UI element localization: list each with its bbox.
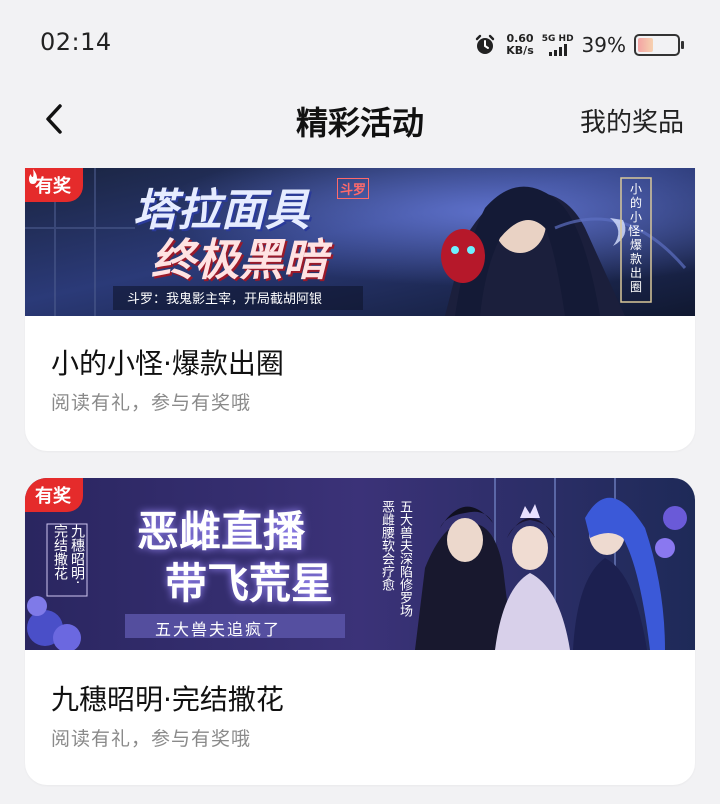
activity-banner[interactable]: 恶雌直播 带飞荒星 五大兽夫追疯了 九穗昭明·完结撒花 五大兽夫深陷修罗场 恶雌… — [25, 478, 695, 650]
banner-caption: 斗罗：我鬼影主宰，开局截胡阿银 — [127, 292, 323, 307]
back-arrow-icon[interactable] — [34, 94, 84, 144]
activity-list[interactable]: 塔拉面具 斗罗 终极黑暗 斗罗：我鬼影主宰，开局截胡阿银 小的小怪·爆款出圈 有… — [0, 168, 720, 804]
banner-headline-2: 带飞荒星 — [165, 559, 334, 608]
signal-label: 5G HD — [541, 34, 574, 44]
flame-icon — [29, 169, 37, 184]
activity-subtitle: 阅读有礼，参与有奖哦 — [51, 728, 252, 750]
banner-artwork — [25, 478, 695, 650]
activity-title: 小的小怪·爆款出圈 — [51, 347, 284, 380]
battery-percent: 39% — [581, 33, 626, 57]
cell-signal: 5G HD — [542, 34, 574, 56]
activity-banner[interactable]: 塔拉面具 斗罗 终极黑暗 斗罗：我鬼影主宰，开局截胡阿银 小的小怪·爆款出圈 有… — [25, 168, 695, 316]
battery-icon — [634, 34, 684, 56]
signal-bars-icon — [548, 44, 567, 56]
activity-card[interactable]: 塔拉面具 斗罗 终极黑暗 斗罗：我鬼影主宰，开局截胡阿银 小的小怪·爆款出圈 有… — [25, 168, 695, 451]
status-icons: 0.60 KB/s 5G HD 39% — [474, 28, 684, 62]
activity-card[interactable]: 恶雌直播 带飞荒星 五大兽夫追疯了 九穗昭明·完结撒花 五大兽夫深陷修罗场 恶雌… — [25, 478, 695, 785]
prize-badge: 有奖 — [25, 478, 83, 512]
battery-fill — [638, 38, 653, 52]
banner-caption: 五大兽夫追疯了 — [155, 620, 282, 639]
nav-header: 精彩活动 我的奖品 — [0, 90, 720, 150]
activity-title: 九穗昭明·完结撒花 — [51, 683, 284, 716]
banner-headline-2: 终极黑暗 — [151, 235, 327, 286]
alarm-icon — [476, 34, 495, 54]
network-speed-unit: KB/s — [506, 44, 534, 57]
status-bar: 02:14 0.60 KB/s 5G HD 39% — [0, 0, 720, 90]
network-speed: 0.60 KB/s — [506, 33, 533, 57]
prize-badge: 有奖 — [25, 168, 83, 202]
activity-subtitle: 阅读有礼，参与有奖哦 — [51, 392, 252, 414]
banner-vertical-author: 九穗昭明·完结撒花 — [52, 524, 85, 585]
my-prizes-link[interactable]: 我的奖品 — [580, 102, 684, 139]
banner-headline-tag: 斗罗 — [337, 178, 370, 199]
prize-badge-label: 有奖 — [35, 486, 71, 507]
banner-vertical-blurb: 五大兽夫深陷修罗场 恶雌腰软会疗愈 — [379, 500, 412, 617]
banner-vertical-tag: 小的小怪·爆款出圈 — [628, 182, 644, 294]
status-time: 02:14 — [40, 28, 112, 56]
